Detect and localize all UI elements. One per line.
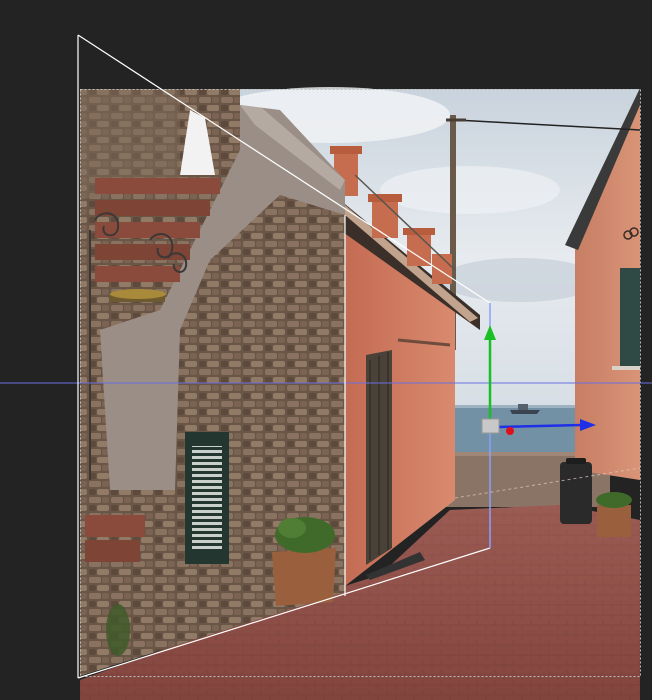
gizmo-pivot-point <box>506 427 514 435</box>
trash-bin-lid <box>566 458 586 464</box>
right-window-shutter <box>620 268 640 368</box>
right-planter <box>597 505 631 537</box>
stair-step <box>95 244 190 260</box>
photo-layer <box>80 87 641 700</box>
flowers <box>110 289 166 299</box>
gizmo-origin-handle <box>481 418 500 434</box>
chimney <box>372 196 398 238</box>
left-window-louvers <box>192 446 222 550</box>
right-window-sill <box>612 366 640 370</box>
stair-step <box>95 178 220 194</box>
stair-step <box>95 266 180 282</box>
cloud <box>380 166 560 214</box>
ship-icon <box>510 410 540 414</box>
canvas-scene <box>0 34 652 700</box>
trash-bin <box>560 462 592 524</box>
lower-stair-step <box>85 515 145 537</box>
left-planter <box>272 548 336 606</box>
chimney-cap <box>330 146 362 154</box>
chimney-cap <box>403 228 435 235</box>
chimney-cap <box>368 194 402 202</box>
right-plant <box>596 492 632 508</box>
canvas-viewport[interactable] <box>0 0 652 700</box>
ivy <box>106 604 130 656</box>
lower-stair-step <box>85 540 140 562</box>
ship-cabin <box>518 404 528 410</box>
left-plant-leaf <box>278 518 306 538</box>
